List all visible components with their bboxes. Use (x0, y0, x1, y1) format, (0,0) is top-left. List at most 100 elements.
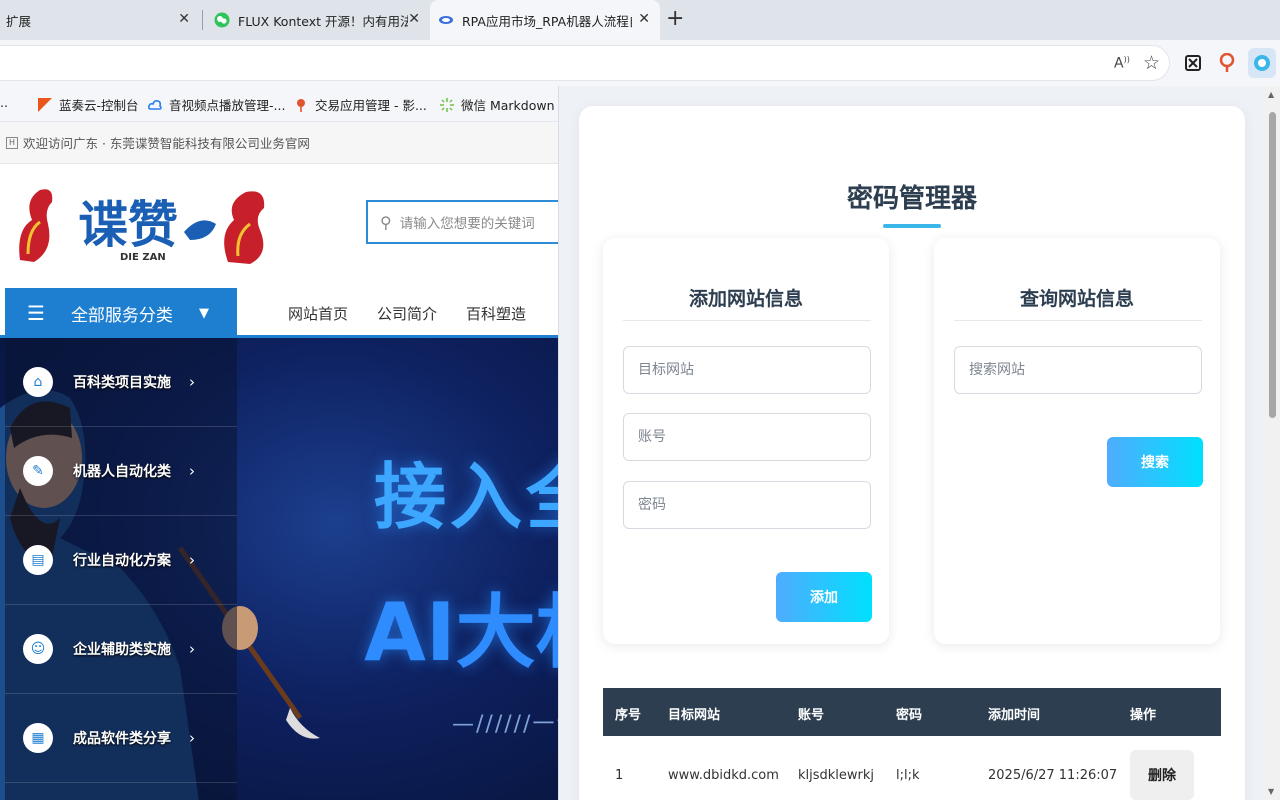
chevron-right-icon: › (189, 373, 195, 391)
extension-active-button[interactable] (1248, 48, 1276, 78)
address-input[interactable] (0, 45, 1170, 81)
account-input[interactable] (623, 413, 871, 461)
pin-icon (297, 98, 305, 112)
add-button[interactable]: 添加 (776, 572, 872, 622)
table-header: 序号 目标网站 账号 密码 添加时间 操作 (603, 688, 1221, 736)
bookmark-lanzou[interactable]: 蓝奏云-控制台 (38, 95, 139, 114)
category-item[interactable]: ▦ 成品软件类分享 › (5, 694, 237, 783)
tab-strip: 扩展 ✕ FLUX Kontext 开源！内有用法及模型 ✕ RPA应用市场_R… (0, 0, 1280, 40)
favorite-star-icon[interactable]: ☆ (1143, 52, 1160, 74)
nav-link-home[interactable]: 网站首页 (288, 303, 348, 324)
column-header: 添加时间 (988, 708, 1041, 723)
extension-pin-icon[interactable] (1218, 53, 1236, 73)
document-icon: ▤ (23, 545, 53, 575)
column-header: 操作 (1130, 708, 1157, 723)
bookmark-label: 蓝奏云-控制台 (59, 98, 139, 113)
close-icon[interactable]: ✕ (638, 11, 650, 27)
bookmark-vod[interactable]: 音视频点播放管理-... (148, 95, 285, 114)
add-card-title: 添加网站信息 (688, 288, 803, 310)
scrollbar-thumb[interactable] (1269, 112, 1276, 418)
tab-extensions[interactable]: 扩展 ✕ (0, 0, 200, 40)
logo-text: 谍赞 (78, 196, 178, 254)
hero-headline-2: AI大杉 (364, 586, 560, 679)
close-icon[interactable]: ✕ (178, 11, 190, 27)
extension-side-panel: 密码管理器 添加网站信息 添加 查询网站信息 搜索 序号 目标网站 账号 密码 … (558, 86, 1280, 800)
chevron-right-icon: › (189, 640, 195, 658)
category-item[interactable]: ▤ 行业自动化方案 › (5, 516, 237, 605)
wechat-icon (214, 12, 230, 28)
chevron-right-icon: › (189, 462, 195, 480)
divider (954, 320, 1202, 321)
scroll-down-icon[interactable]: ▼ (1268, 787, 1274, 796)
cell-index: 1 (615, 768, 624, 783)
tab-rpa-market[interactable]: RPA应用市场_RPA机器人流程自动化 ✕ (430, 0, 660, 40)
password-manager-card: 密码管理器 添加网站信息 添加 查询网站信息 搜索 序号 目标网站 账号 密码 … (579, 106, 1245, 800)
bookmark-label: ... (0, 95, 8, 110)
column-header: 目标网站 (668, 708, 721, 723)
category-label: 机器人自动化类 (73, 464, 171, 480)
close-icon[interactable]: ✕ (408, 11, 420, 27)
column-header: 密码 (896, 708, 923, 723)
window-icon: ▦ (23, 723, 53, 753)
category-label: 企业辅助类实施 (73, 642, 171, 658)
category-label: 百科类项目实施 (73, 375, 171, 391)
caret-down-icon: ▼ (198, 305, 209, 321)
category-label: 行业自动化方案 (73, 553, 171, 569)
site-logo[interactable]: 谍赞 DIE ZAN (14, 180, 280, 266)
hero-subtitle: —//////一谍赞 (452, 712, 560, 737)
tab-title: FLUX Kontext 开源！内有用法及模型 (238, 13, 408, 29)
logo-subtext: DIE ZAN (120, 252, 166, 263)
tab-flux-kontext[interactable]: FLUX Kontext 开源！内有用法及模型 ✕ (204, 0, 430, 40)
cell-account: kljsdklewrkj (798, 768, 875, 783)
hero-headline-1: 接入全 (374, 455, 560, 539)
menu-icon: ☰ (27, 301, 45, 325)
extension-scissors-icon[interactable] (1184, 54, 1202, 72)
tab-separator (202, 10, 203, 30)
pen-icon: ✎ (23, 456, 53, 486)
address-toolbar: A)) ☆ (0, 40, 1280, 86)
cell-site: www.dbidkd.com (668, 768, 779, 783)
search-icon: ⚲ (380, 212, 392, 232)
category-item[interactable]: ☺ 企业辅助类实施 › (5, 605, 237, 694)
query-card-title: 查询网站信息 (1019, 288, 1134, 310)
tab-title: 扩展 (6, 13, 32, 29)
bookmark-trade[interactable]: 交易应用管理 - 影... (294, 95, 427, 114)
site-nav: ☰ 全部服务分类 ▼ 网站首页 公司简介 百科塑造 (0, 288, 560, 338)
bookmark-label: 音视频点播放管理-... (169, 98, 286, 113)
delete-button[interactable]: 删除 (1130, 750, 1194, 800)
nav-link-about[interactable]: 公司简介 (377, 303, 437, 324)
user-card-icon: ☺ (23, 634, 53, 664)
chevron-right-icon: › (189, 551, 195, 569)
query-site-card: 查询网站信息 搜索 (934, 238, 1220, 644)
all-categories-label: 全部服务分类 (70, 305, 173, 326)
website-content: H 欢迎访问广东 · 东莞谍赞智能科技有限公司业务官网 谍赞 DIE ZAN ⚲… (0, 122, 560, 800)
new-tab-plus-icon[interactable]: + (666, 6, 684, 31)
bookmark-item[interactable]: ... (0, 95, 8, 110)
read-aloud-icon[interactable]: A)) (1114, 55, 1130, 72)
category-menu: ⌂ 百科类项目实施 › ✎ 机器人自动化类 › ▤ 行业自动化方案 › ☺ 企业… (5, 338, 237, 800)
panel-scrollbar[interactable]: ▲ ▼ (1265, 86, 1280, 800)
scroll-up-icon[interactable]: ▲ (1268, 90, 1274, 99)
page-title: 密码管理器 (846, 184, 977, 214)
all-categories-button[interactable]: ☰ 全部服务分类 ▼ (5, 288, 237, 338)
site-search-input[interactable]: ⚲ 请输入您想要的关键词 (366, 200, 560, 244)
search-button[interactable]: 搜索 (1107, 437, 1203, 487)
column-header: 账号 (798, 708, 825, 723)
target-site-input[interactable] (623, 346, 871, 394)
search-site-input[interactable] (954, 346, 1202, 394)
cell-time: 2025/6/27 11:26:07 (988, 768, 1118, 783)
tab-title: RPA应用市场_RPA机器人流程自动化 (462, 13, 632, 29)
divider (623, 320, 871, 321)
category-item[interactable]: ✎ 机器人自动化类 › (5, 427, 237, 516)
chevron-right-icon: › (189, 729, 195, 747)
column-header: 序号 (615, 708, 642, 723)
category-label: 成品软件类分享 (73, 731, 171, 747)
cloud-icon (148, 99, 162, 110)
welcome-text: 欢迎访问广东 · 东莞谍赞智能科技有限公司业务官网 (23, 136, 310, 151)
category-item[interactable]: ⌂ 百科类项目实施 › (5, 338, 237, 427)
password-input[interactable] (623, 481, 871, 529)
welcome-bar: H 欢迎访问广东 · 东莞谍赞智能科技有限公司业务官网 (0, 122, 560, 164)
add-site-card: 添加网站信息 添加 (603, 238, 889, 644)
nav-link-wiki[interactable]: 百科塑造 (466, 303, 526, 324)
table-row: 1 www.dbidkd.com kljsdklewrkj l;l;k 2025… (603, 736, 1221, 800)
